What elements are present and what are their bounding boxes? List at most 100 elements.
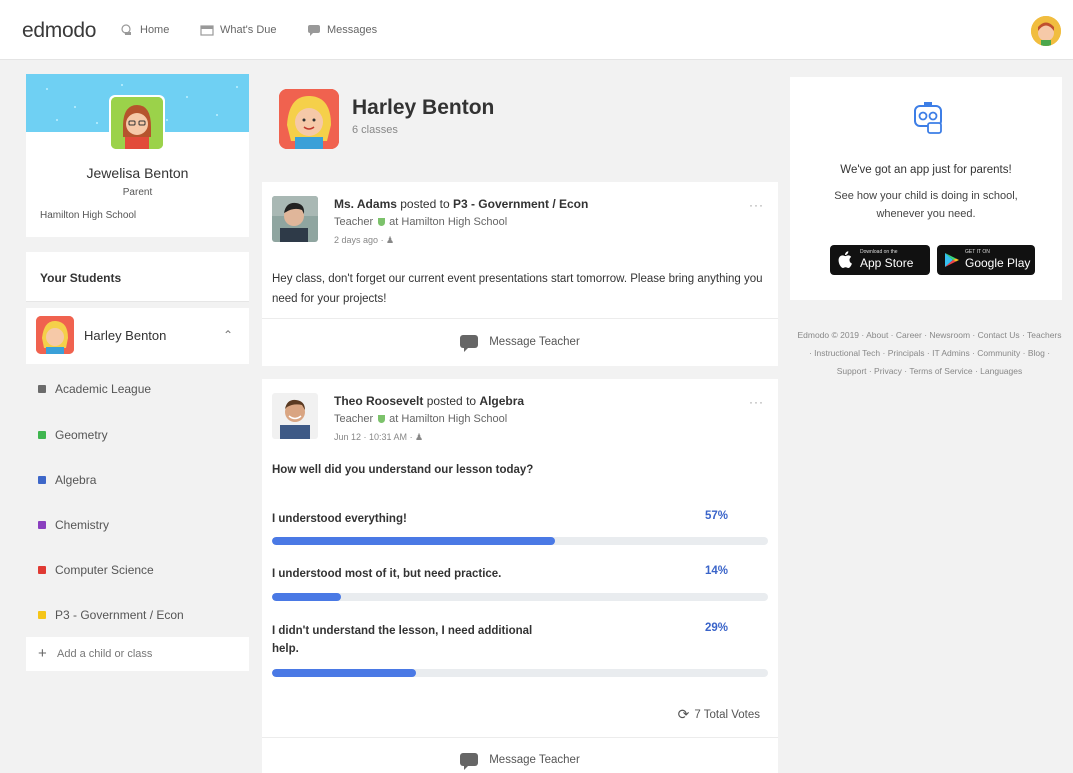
- child-avatar-illustration: [279, 89, 339, 149]
- app-store-button[interactable]: Download on the App Store: [830, 245, 930, 275]
- footer-links[interactable]: Edmodo © 2019 · About · Career · Newsroo…: [797, 326, 1062, 380]
- class-label: Algebra: [55, 473, 97, 487]
- parent-avatar-illustration: [111, 97, 163, 149]
- student-header-class-count: 6 classes: [352, 124, 398, 136]
- post-author-line: Theo Roosevelt posted to Algebra: [334, 394, 524, 408]
- nav-whats-due-label: What's Due: [220, 24, 277, 36]
- calendar-icon: [200, 25, 214, 36]
- add-child-or-class-label: Add a child or class: [57, 648, 153, 660]
- class-item-algebra[interactable]: Algebra: [38, 473, 96, 487]
- poll-option-bar: [272, 669, 768, 677]
- nav-whats-due[interactable]: What's Due: [200, 24, 277, 36]
- promo-title: We've got an app just for parents!: [840, 164, 1012, 176]
- class-label: P3 - Government / Econ: [55, 608, 184, 622]
- add-child-or-class-button[interactable]: + Add a child or class: [26, 637, 249, 671]
- poll-option-bar: [272, 593, 768, 601]
- nav-home[interactable]: Home: [120, 24, 169, 36]
- post-author-name[interactable]: Theo Roosevelt: [334, 394, 423, 408]
- google-play-icon: [945, 253, 959, 267]
- post-author-name[interactable]: Ms. Adams: [334, 197, 397, 211]
- poll-post-card: Theo Roosevelt posted to Algebra Teacher…: [262, 379, 778, 773]
- your-students-header: Your Students: [26, 252, 249, 302]
- class-item-p3-government-econ[interactable]: P3 - Government / Econ: [38, 608, 184, 622]
- child-avatar-illustration: [36, 316, 74, 354]
- edmodo-logo[interactable]: edmodo: [22, 19, 96, 43]
- student-header-avatar: [279, 89, 339, 149]
- apple-icon: [838, 251, 852, 268]
- post-author-school: at Hamilton High School: [389, 216, 508, 228]
- post-divider: [262, 737, 778, 738]
- message-icon: [308, 25, 320, 36]
- class-item-chemistry[interactable]: Chemistry: [38, 518, 109, 532]
- user-avatar[interactable]: [1031, 16, 1061, 46]
- author-avatar[interactable]: [272, 196, 318, 242]
- student-avatar: [36, 316, 74, 354]
- nav-messages-label: Messages: [327, 24, 378, 36]
- post-divider: [262, 318, 778, 319]
- message-teacher-button[interactable]: Message Teacher: [262, 335, 778, 352]
- profile-avatar[interactable]: [109, 95, 165, 151]
- total-votes[interactable]: ⟳ 7 Total Votes: [678, 706, 760, 723]
- post-timestamp-line: 2 days ago · ♟: [334, 235, 394, 246]
- post-posted-to-text: posted to: [426, 394, 477, 408]
- verified-shield-icon: [378, 218, 386, 226]
- app-store-small-label: Download on the: [860, 249, 898, 255]
- plus-icon: +: [38, 645, 47, 662]
- poll-option-text: I understood most of it, but need practi…: [272, 568, 502, 580]
- message-teacher-button[interactable]: Message Teacher: [262, 753, 778, 770]
- verified-shield-icon: [378, 415, 386, 423]
- google-play-small-label: GET IT ON: [965, 249, 990, 255]
- post-body-text: Hey class, don't forget our current even…: [272, 273, 763, 305]
- message-teacher-label: Message Teacher: [489, 753, 580, 766]
- google-play-label: Google Play: [965, 256, 1031, 270]
- post-author-line: Ms. Adams posted to P3 - Government / Ec…: [334, 197, 588, 211]
- parent-app-promo-card: We've got an app just for parents! See h…: [790, 77, 1062, 300]
- nav-messages[interactable]: Messages: [307, 24, 377, 36]
- promo-subtitle: See how your child is doing in school, w…: [834, 190, 1018, 220]
- class-label: Chemistry: [55, 518, 110, 532]
- poll-option-bar-fill: [272, 593, 342, 601]
- student-selector-harley[interactable]: Harley Benton ⌃: [26, 308, 249, 364]
- post-author-role: Teacher: [334, 413, 374, 425]
- post-posted-to-text: posted to: [400, 197, 450, 211]
- class-item-academic-league[interactable]: Academic League: [38, 382, 151, 396]
- post-timestamp: 2 days ago: [334, 235, 379, 245]
- post-timestamp-line: Jun 12 · 10:31 AM · ♟: [334, 432, 423, 443]
- parent-app-icon: [914, 102, 942, 134]
- post-author-meta: Teacher at Hamilton High School: [334, 216, 507, 228]
- class-item-geometry[interactable]: Geometry: [38, 428, 108, 442]
- post-card: Ms. Adams posted to P3 - Government / Ec…: [262, 182, 778, 366]
- more-options-icon[interactable]: ···: [749, 198, 764, 212]
- class-color-swatch: [38, 566, 46, 574]
- class-label: Computer Science: [55, 563, 154, 577]
- author-photo: [272, 393, 318, 439]
- your-students-title: Your Students: [40, 271, 122, 285]
- poll-option-bar-fill: [272, 537, 555, 545]
- class-color-swatch: [38, 385, 46, 393]
- post-group-link[interactable]: P3 - Government / Econ: [453, 197, 588, 211]
- poll-question: How well did you understand our lesson t…: [272, 464, 534, 476]
- google-play-button[interactable]: GET IT ON Google Play: [937, 245, 1035, 275]
- post-group-link[interactable]: Algebra: [479, 394, 524, 408]
- class-color-swatch: [38, 521, 46, 529]
- chevron-up-icon[interactable]: ⌃: [223, 328, 233, 342]
- author-avatar[interactable]: [272, 393, 318, 439]
- profile-card: Jewelisa Benton Parent Hamilton High Sch…: [26, 74, 249, 237]
- profile-school: Hamilton High School: [40, 210, 137, 221]
- message-bubble-icon: [460, 753, 479, 770]
- post-timestamp: Jun 12 · 10:31 AM: [334, 432, 408, 442]
- poll-option-bar: [272, 537, 768, 545]
- poll-option-percent: 57%: [704, 510, 728, 522]
- post-author-meta: Teacher at Hamilton High School: [334, 413, 507, 425]
- class-color-swatch: [38, 611, 46, 619]
- audience-icon: · ♟: [409, 432, 424, 442]
- poll-option-percent: 29%: [704, 622, 728, 634]
- class-color-swatch: [38, 476, 46, 484]
- student-name: Harley Benton: [84, 328, 167, 343]
- home-icon: [121, 24, 131, 35]
- post-author-school: at Hamilton High School: [389, 413, 508, 425]
- top-navigation-bar: edmodo Home What's Due Messages: [0, 0, 1073, 60]
- class-item-computer-science[interactable]: Computer Science: [38, 563, 154, 577]
- more-options-icon[interactable]: ···: [749, 395, 764, 409]
- nav-home-label: Home: [140, 24, 170, 36]
